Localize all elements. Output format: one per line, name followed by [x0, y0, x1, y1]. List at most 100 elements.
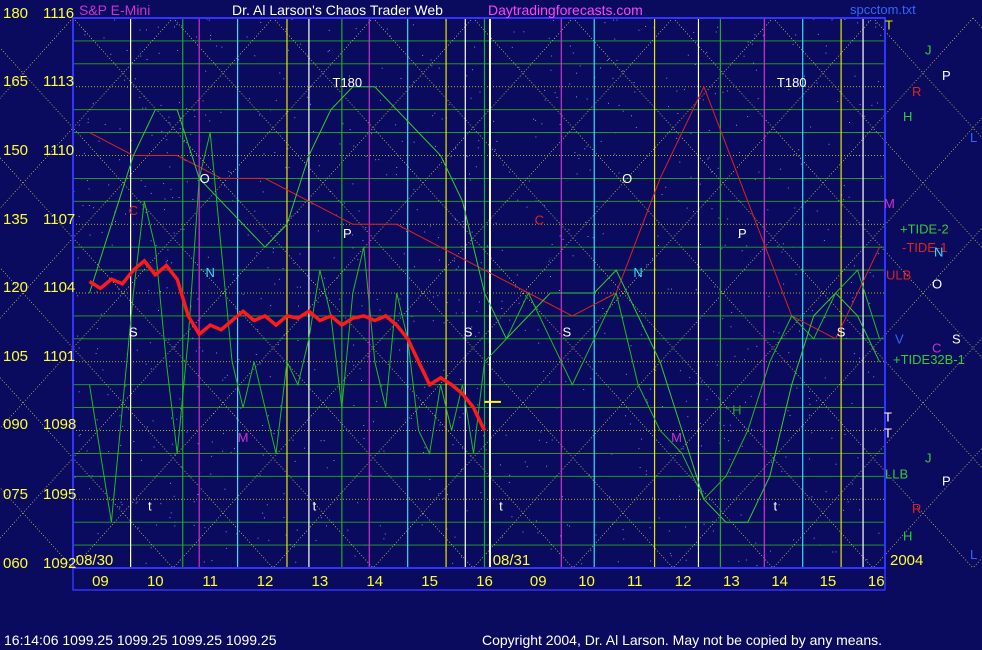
star-dot [155, 498, 157, 500]
star-dot [761, 431, 763, 433]
star-dot [537, 532, 539, 534]
star-dot [166, 139, 168, 141]
star-dot [228, 170, 230, 172]
star-dot [235, 308, 237, 310]
star-dot [535, 520, 537, 522]
star-dot [494, 149, 496, 151]
star-dot [864, 115, 866, 117]
star-dot [712, 530, 714, 532]
background [0, 0, 982, 650]
star-dot [102, 369, 104, 371]
star-dot [549, 381, 551, 383]
star-dot [509, 319, 511, 321]
star-dot [144, 185, 146, 187]
star-dot [831, 437, 833, 439]
x-tick-label: 11 [627, 573, 643, 590]
star-dot [119, 159, 121, 161]
y-tick-left: 060 [3, 555, 29, 572]
right-marker-label: R [912, 501, 921, 516]
star-dot [579, 65, 581, 67]
star-dot [192, 199, 194, 200]
star-dot [326, 525, 327, 527]
star-dot [169, 365, 171, 367]
star-dot [83, 152, 85, 154]
star-dot [793, 539, 795, 541]
star-dot [164, 198, 166, 200]
right-marker-label: T [885, 17, 893, 32]
star-dot [122, 425, 124, 427]
star-dot [328, 50, 330, 51]
star-dot [869, 302, 871, 304]
annotation-label: T180 [777, 75, 807, 90]
star-dot [224, 377, 226, 379]
star-dot [823, 240, 825, 241]
star-dot [439, 424, 441, 426]
star-dot [403, 253, 405, 255]
y-tick-price: 1113 [43, 73, 75, 90]
annotation-label: O [200, 171, 210, 186]
star-dot [432, 296, 434, 298]
star-dot [578, 154, 580, 156]
star-dot [434, 145, 436, 147]
star-dot [262, 191, 264, 193]
star-dot [722, 318, 724, 320]
star-dot [773, 331, 775, 333]
symbol-label: S&P E-Mini [79, 2, 151, 18]
star-dot [502, 164, 504, 166]
star-dot [854, 75, 856, 77]
site-link[interactable]: Daytradingforecasts.com [488, 2, 643, 18]
star-dot [755, 69, 757, 71]
star-dot [211, 560, 213, 562]
star-dot [645, 312, 646, 314]
star-dot [649, 388, 651, 390]
star-dot [686, 207, 688, 209]
star-dot [78, 124, 80, 126]
star-dot [259, 114, 260, 116]
star-dot [378, 159, 380, 161]
star-dot [354, 555, 356, 557]
star-dot [658, 245, 659, 246]
star-dot [835, 551, 837, 553]
star-dot [516, 274, 518, 276]
star-dot [174, 26, 175, 28]
star-dot [602, 233, 604, 235]
star-dot [455, 147, 457, 149]
star-dot [160, 503, 162, 505]
star-dot [277, 344, 279, 345]
star-dot [848, 196, 850, 198]
star-dot [333, 257, 335, 259]
star-dot [315, 539, 317, 541]
star-dot [89, 488, 90, 490]
star-dot [205, 114, 207, 116]
star-dot [548, 260, 550, 262]
x-tick-label: 15 [421, 573, 438, 590]
annotation-label: C [129, 203, 138, 218]
star-dot [480, 262, 482, 264]
star-dot [357, 259, 359, 261]
star-dot [171, 262, 173, 264]
star-dot [262, 454, 264, 456]
star-dot [466, 510, 468, 512]
star-dot [203, 561, 205, 563]
x-tick-label: 11 [202, 573, 218, 590]
star-dot [550, 548, 552, 550]
star-dot [825, 52, 827, 54]
star-dot [824, 377, 826, 379]
star-dot [432, 115, 434, 117]
star-dot [343, 202, 345, 204]
star-dot [754, 34, 756, 36]
star-dot [693, 32, 695, 33]
star-dot [850, 282, 852, 283]
star-dot [590, 378, 592, 380]
x-tick-label: 14 [771, 573, 788, 590]
star-dot [242, 293, 244, 295]
star-dot [333, 460, 335, 461]
star-dot [342, 123, 344, 125]
star-dot [872, 275, 874, 277]
star-dot [126, 50, 128, 51]
star-dot [225, 547, 227, 549]
star-dot [87, 122, 89, 123]
star-dot [376, 401, 378, 402]
star-dot [873, 376, 875, 378]
star-dot [150, 368, 152, 370]
